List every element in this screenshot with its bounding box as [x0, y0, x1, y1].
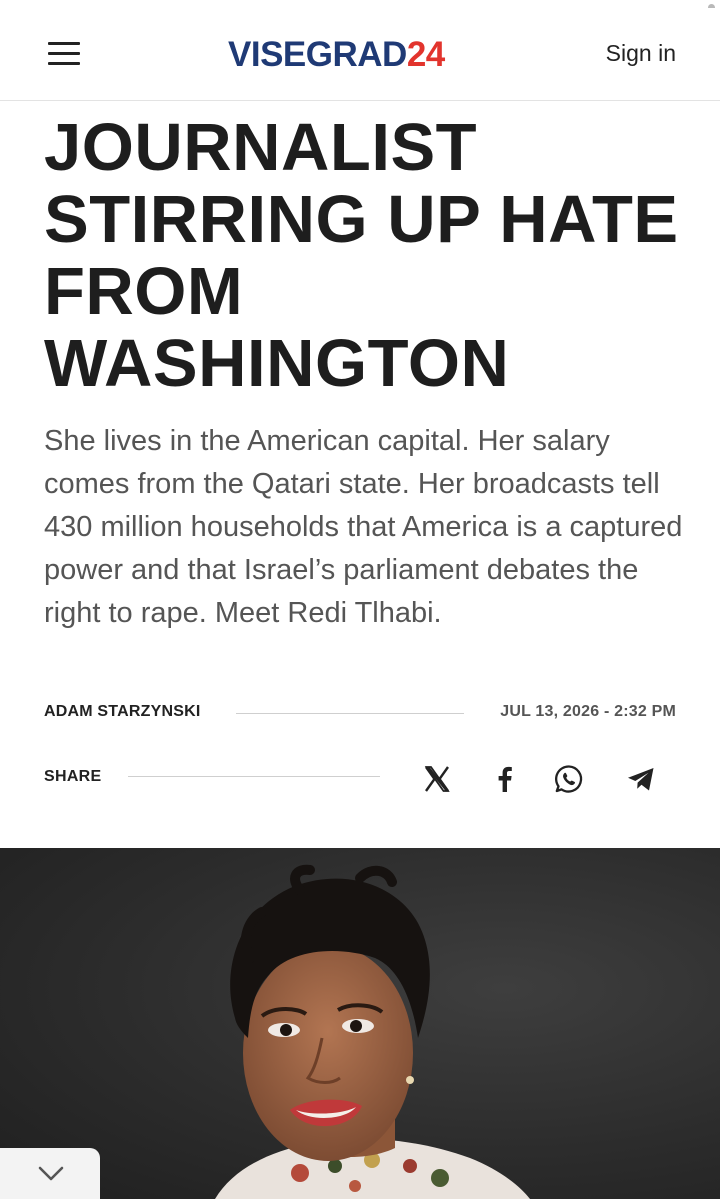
- share-divider: [128, 776, 380, 777]
- browser-top-strip: [0, 0, 720, 8]
- x-icon[interactable]: [420, 762, 454, 796]
- logo-number: 24: [406, 35, 445, 74]
- logo-text: VISEGRAD: [228, 35, 407, 74]
- hamburger-menu-icon[interactable]: [48, 42, 80, 68]
- whatsapp-icon[interactable]: [552, 762, 586, 796]
- share-label: SHARE: [44, 768, 102, 785]
- telegram-icon[interactable]: [624, 762, 658, 796]
- sign-in-link[interactable]: Sign in: [606, 40, 676, 67]
- site-header: VISEGRAD24 Sign in: [0, 8, 720, 101]
- facebook-icon[interactable]: [488, 762, 522, 796]
- author-name[interactable]: ADAM STARZYNSKI: [44, 703, 200, 721]
- share-bar: SHARE: [44, 760, 676, 796]
- site-logo[interactable]: VISEGRAD24: [228, 33, 445, 77]
- portrait-illustration: [215, 864, 530, 1199]
- byline-divider: [236, 713, 464, 714]
- article-lead: She lives in the American capital. Her s…: [44, 425, 683, 629]
- collapse-toggle[interactable]: [0, 1148, 100, 1199]
- publish-date: JUL 13, 2026 - 2:32 PM: [500, 703, 676, 720]
- article-headline: JOURNALIST STIRRING UP HATE FROM WASHING…: [44, 110, 679, 401]
- page: VISEGRAD24 Sign in JOURNALIST STIRRING U…: [0, 0, 720, 1199]
- hero-photo: [0, 848, 720, 1199]
- chevron-down-icon: [38, 1166, 64, 1181]
- byline: ADAM STARZYNSKI JUL 13, 2026 - 2:32 PM: [44, 703, 676, 725]
